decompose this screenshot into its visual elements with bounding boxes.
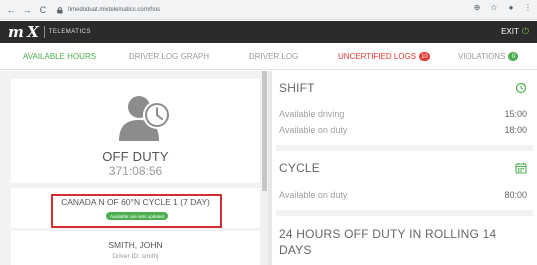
reload-icon[interactable]: C [36,3,50,17]
off-duty-rolling-title: 24 HOURS OFF DUTY IN ROLLING 14 DAYS [279,227,497,257]
tab-label: AVAILABLE HOURS [23,52,97,61]
url-text: timedoduat.mixtelematics.com/hos [68,7,161,13]
shift-row-available-driving: Available driving 15:00 [279,109,527,119]
tab-driver-log[interactable]: DRIVER LOG [249,52,298,61]
cycle-row-available-on-duty: Available on duty 80:00 [279,190,527,200]
duty-status-card: OFF DUTY 371:08:56 [11,79,260,183]
app-header: m X TELEMATICS EXIT ⏻ [0,21,537,43]
row-value: 18:00 [504,125,527,135]
driver-status-panel: OFF DUTY 371:08:56 CANADA N OF 60°N CYCL… [0,71,268,265]
brand-logo[interactable]: m X TELEMATICS [8,23,91,41]
exit-label: EXIT [501,27,519,36]
tab-violations[interactable]: VIOLATIONS 0 [458,52,519,61]
lock-icon [56,6,64,14]
brand-text: TELEMATICS [48,29,91,35]
tab-driver-log-graph[interactable]: DRIVER LOG GRAPH [129,52,209,61]
row-label: Available on duty [279,190,348,200]
driver-id: Driver ID: smithj [112,253,159,260]
row-label: Available driving [279,109,345,119]
tab-label: DRIVER LOG GRAPH [129,52,210,61]
available-hours-panel: SHIFT Available driving 15:00 Available … [272,71,537,265]
logo-divider [43,26,45,38]
exit-button[interactable]: EXIT ⏻ [501,26,529,37]
driver-card: SMITH, JOHN Driver ID: smithj [11,231,260,265]
duty-status-label: OFF DUTY [102,149,169,164]
shift-title: SHIFT [279,81,315,95]
calendar-icon [515,161,527,174]
address-bar[interactable]: timedoduat.mixtelematics.com/hos [56,3,446,17]
tab-bar: AVAILABLE HOURS DRIVER LOG GRAPH DRIVER … [0,43,537,70]
section-separator [276,145,533,151]
forward-icon[interactable]: → [20,3,34,17]
shift-refresh-icon [515,81,527,94]
off-duty-clock-avatar-icon [117,93,175,141]
zoom-icon[interactable]: ⊕ [472,3,482,12]
row-label: Available on duty [279,125,348,135]
bookmark-star-icon[interactable]: ☆ [489,3,499,12]
section-separator [276,210,533,216]
menu-icon[interactable]: ⋮ [523,3,533,12]
violations-count-badge: 0 [508,52,519,61]
scrollbar-thumb[interactable] [262,71,267,191]
tab-label: UNCERTIFIED LOGS [338,52,417,61]
tab-available-hours[interactable]: AVAILABLE HOURS [23,52,96,61]
tab-label: VIOLATIONS [458,52,506,61]
brand-mark: m X [8,23,39,41]
duty-status-duration: 371:08:56 [108,164,163,178]
power-icon: ⏻ [521,26,529,36]
shift-row-available-on-duty: Available on duty 18:00 [279,125,527,135]
row-value: 80:00 [504,190,527,200]
left-scrollbar[interactable] [262,71,267,265]
tab-uncertified-logs[interactable]: UNCERTIFIED LOGS 10 [338,52,430,61]
profile-icon[interactable]: ● [506,3,516,12]
tab-label: DRIVER LOG [249,52,299,61]
browser-toolbar: ← → C ⌂ timedoduat.mixtelematics.com/hos… [0,0,537,20]
cycle-title: CYCLE [279,161,321,175]
uncertified-count-badge: 10 [419,52,430,61]
driver-name: SMITH, JOHN [108,240,163,250]
cycle-highlight-box [51,194,222,228]
back-icon[interactable]: ← [4,3,18,17]
row-value: 15:00 [504,109,527,119]
